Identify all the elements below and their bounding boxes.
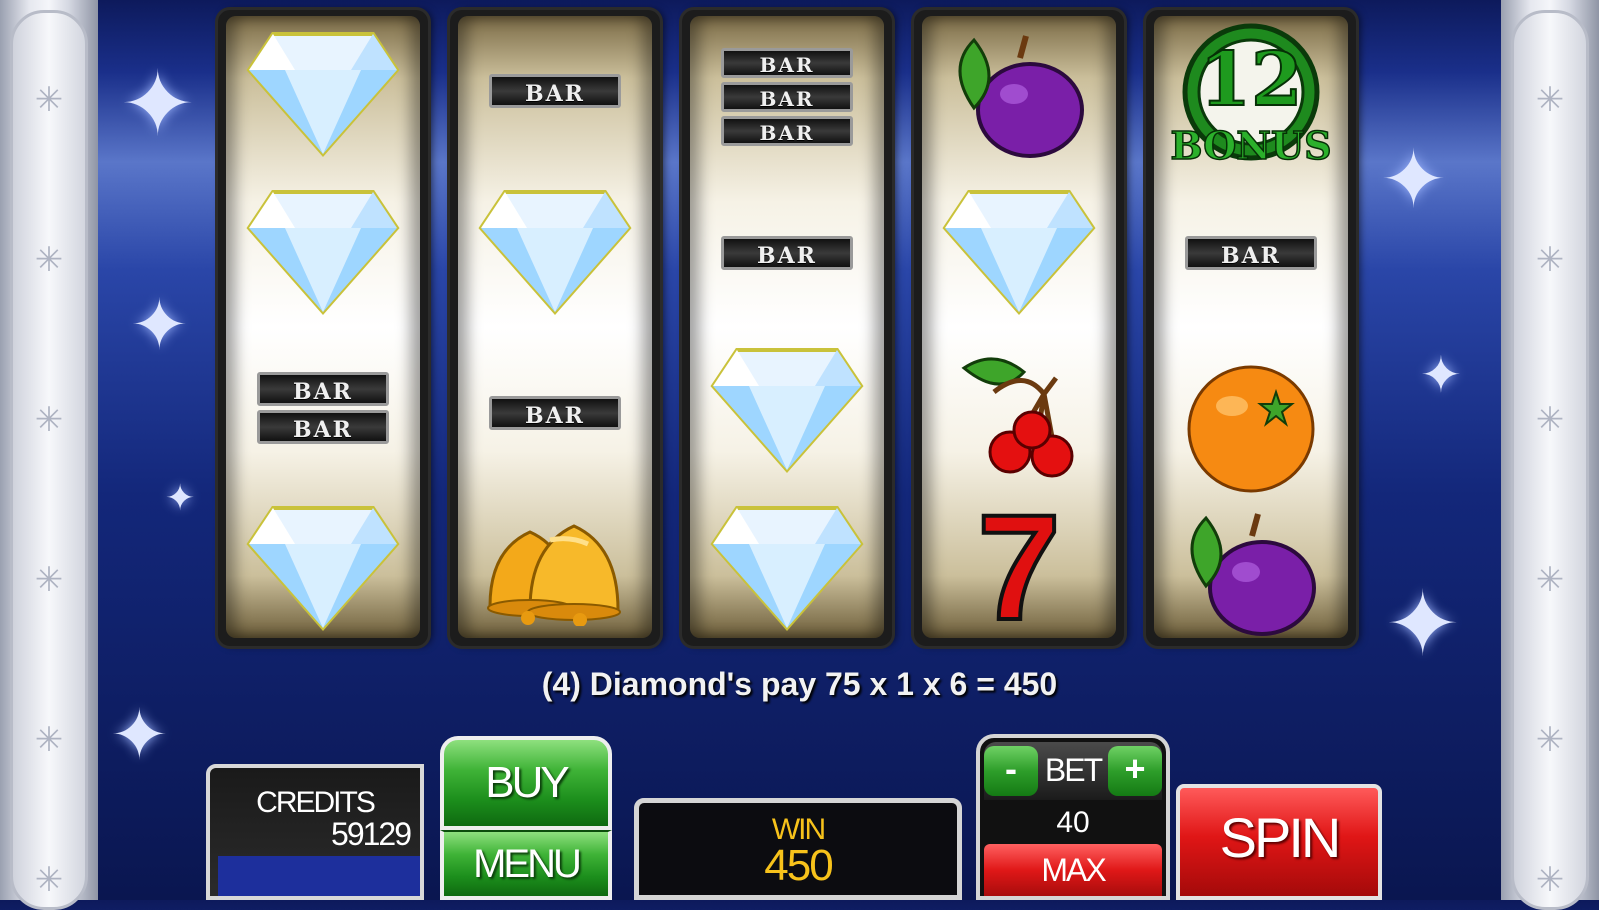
buy-button[interactable]: BUY	[440, 736, 612, 830]
seven-label: 7	[975, 483, 1062, 651]
star-ornament-icon: ✳	[1535, 561, 1565, 599]
right-cabinet-frame: ✳ ✳ ✳ ✳ ✳ ✳	[1501, 0, 1599, 910]
reel-strip: BAR BAR	[226, 16, 420, 638]
menu-button[interactable]: MENU	[440, 830, 612, 900]
bet-header: BET - +	[984, 742, 1162, 800]
sparkle-icon: ✦	[1385, 575, 1461, 675]
reel-strip: BAR BAR	[458, 16, 652, 638]
diamond-icon	[942, 190, 1096, 316]
sparkle-icon: ✦	[1420, 347, 1462, 403]
sparkle-icon: ✦	[165, 477, 196, 518]
bar-label: BAR	[721, 82, 853, 112]
cherries-icon	[961, 357, 1074, 478]
sparkle-icon: ✦	[120, 55, 196, 155]
win-value: 450	[764, 841, 833, 890]
star-ornament-icon: ✳	[1535, 241, 1565, 279]
credits-label: CREDITS	[256, 786, 376, 819]
double-bar-symbol: BAR BAR	[257, 372, 389, 448]
bar-symbol: BAR	[1185, 236, 1317, 274]
bar-label: BAR	[257, 372, 389, 406]
plum-icon	[1190, 513, 1316, 636]
star-ornament-icon: ✳	[1535, 401, 1565, 439]
bar-symbol: BAR	[721, 236, 853, 274]
reel-strip: 7	[922, 16, 1116, 644]
bonus-label: BONUS	[1170, 123, 1333, 169]
left-frame-panel: ✳ ✳ ✳ ✳ ✳ ✳	[10, 10, 88, 910]
reel-4: 7	[914, 10, 1124, 646]
right-frame-panel: ✳ ✳ ✳ ✳ ✳ ✳	[1511, 10, 1589, 910]
bonus-symbol: 12 BONUS	[1163, 22, 1339, 174]
plum-icon	[958, 35, 1084, 158]
triple-bar-symbol: BAR BAR BAR	[721, 48, 853, 150]
diamond-icon	[246, 190, 400, 316]
bet-decrease-button[interactable]: -	[984, 746, 1038, 796]
bar-label: BAR	[489, 74, 621, 108]
bar-label: BAR	[1185, 236, 1317, 270]
reel-strip: BAR BAR BAR BAR	[690, 16, 884, 638]
bar-symbol: BAR	[489, 74, 621, 112]
credits-value: 59129	[331, 816, 412, 852]
credits-panel: CREDITS 59129	[206, 764, 424, 900]
reel-1: BAR BAR	[218, 10, 428, 646]
reel-2: BAR BAR	[450, 10, 660, 646]
reel-3: BAR BAR BAR BAR	[682, 10, 892, 646]
bet-increase-button[interactable]: +	[1108, 746, 1162, 796]
bar-label: BAR	[257, 410, 389, 444]
reel-strip: 12 BONUS BAR	[1154, 16, 1348, 638]
sparkle-icon: ✦	[110, 696, 169, 774]
bar-symbol: BAR	[489, 396, 621, 434]
credits-panel-footer	[218, 856, 420, 896]
star-ornament-icon: ✳	[1535, 721, 1565, 759]
bar-label: BAR	[721, 236, 853, 270]
orange-icon	[1187, 365, 1315, 493]
star-ornament-icon: ✳	[34, 81, 64, 119]
bet-panel: BET - + 40 MAX	[976, 734, 1170, 900]
diamond-icon	[246, 32, 400, 158]
bet-value: 40	[1056, 806, 1090, 839]
star-ornament-icon: ✳	[34, 401, 64, 439]
seven-symbol: 7	[944, 490, 1094, 644]
bells-icon	[487, 524, 621, 626]
win-message: (4) Diamond's pay 75 x 1 x 6 = 450	[541, 666, 1058, 702]
star-ornament-icon: ✳	[34, 861, 64, 899]
reel-5: 12 BONUS BAR	[1146, 10, 1356, 646]
bar-label: BAR	[721, 116, 853, 146]
bar-label: BAR	[489, 396, 621, 430]
star-ornament-icon: ✳	[34, 721, 64, 759]
spin-button[interactable]: SPIN	[1176, 784, 1382, 900]
bonus-number: 12	[1199, 37, 1304, 123]
diamond-icon	[246, 506, 400, 632]
sparkle-icon: ✦	[1380, 135, 1448, 224]
star-ornament-icon: ✳	[1535, 861, 1565, 899]
star-ornament-icon: ✳	[34, 241, 64, 279]
star-ornament-icon: ✳	[34, 561, 64, 599]
left-cabinet-frame: ✳ ✳ ✳ ✳ ✳ ✳	[0, 0, 98, 910]
diamond-icon	[710, 348, 864, 474]
bar-label: BAR	[721, 48, 853, 78]
diamond-icon	[710, 506, 864, 632]
sparkle-icon: ✦	[130, 286, 189, 364]
max-bet-button[interactable]: MAX	[984, 844, 1162, 896]
star-ornament-icon: ✳	[1535, 81, 1565, 119]
win-panel: WIN 450	[634, 798, 962, 900]
diamond-icon	[478, 190, 632, 316]
